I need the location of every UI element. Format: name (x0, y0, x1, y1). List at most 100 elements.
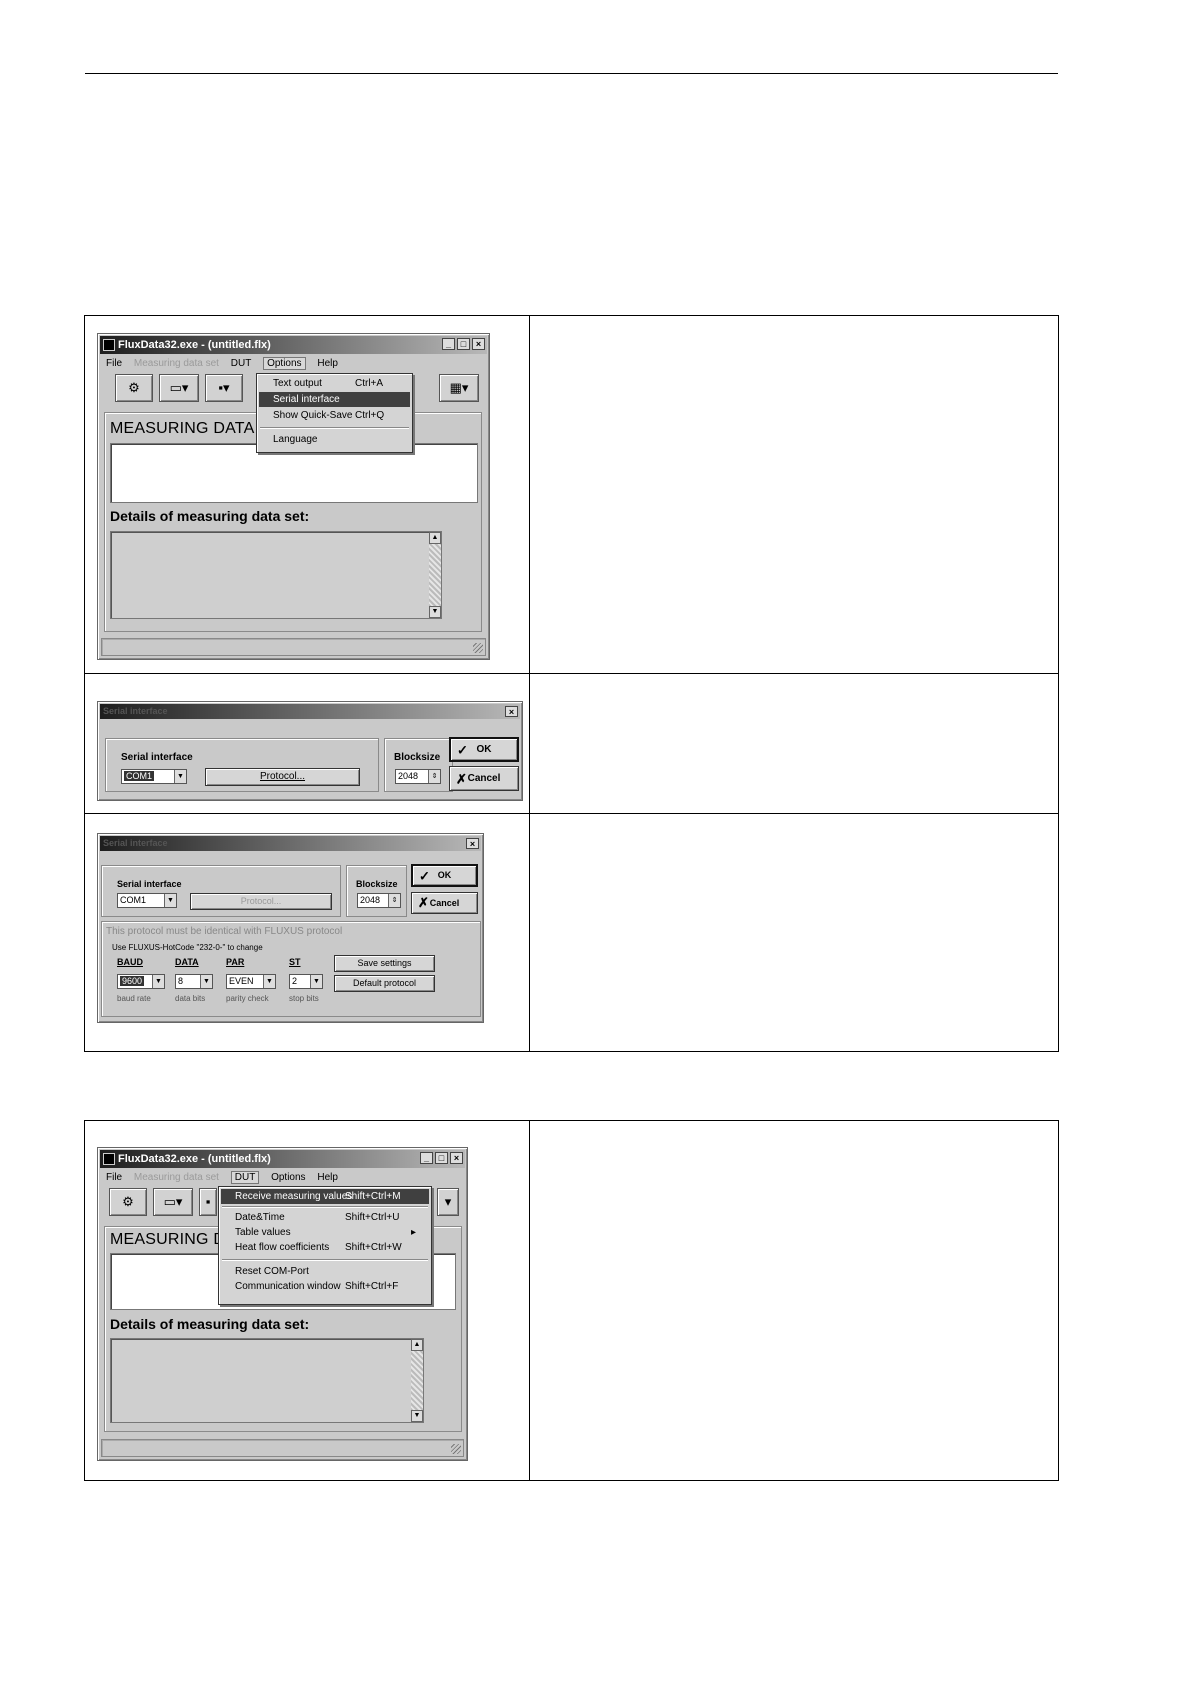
x-icon: ✗ (456, 771, 467, 786)
menu-item-text-output[interactable]: Text output Ctrl+A (259, 376, 410, 391)
resize-grip-icon[interactable] (451, 1444, 461, 1454)
title-bar: FluxData32.exe - (untitled.flx) _ □ × (100, 1150, 465, 1168)
menu-item-date-time[interactable]: Date&Time Shift+Ctrl+U (221, 1210, 429, 1225)
text-cell-3 (529, 813, 1059, 1052)
status-bar (101, 638, 486, 656)
menu-item-show-quick-save[interactable]: Show Quick-Save Ctrl+Q (259, 408, 410, 423)
menu-measuring-data-set[interactable]: Measuring data set (134, 1172, 219, 1183)
minimize-icon[interactable]: _ (420, 1152, 433, 1164)
close-icon[interactable]: × (450, 1152, 463, 1164)
menu-measuring-data-set[interactable]: Measuring data set (134, 358, 219, 369)
grid-icon[interactable]: ▾ (437, 1188, 459, 1216)
menu-bar: File Measuring data set DUT Options Help (101, 356, 486, 372)
blocksize-spinner[interactable]: 2048 ⇕ (395, 769, 441, 784)
details-title: Details of measuring data set: (110, 508, 310, 524)
chevron-down-icon: ▼ (152, 975, 164, 988)
default-protocol-button[interactable]: Default protocol (334, 975, 435, 992)
save-icon[interactable]: ▪ (199, 1188, 217, 1216)
menu-help[interactable]: Help (317, 358, 338, 369)
ok-button[interactable]: ✓ OK (449, 737, 519, 762)
connect-icon[interactable]: ⚙ (115, 374, 153, 402)
menu-item-serial-interface[interactable]: Serial interface (259, 392, 410, 407)
save-icon[interactable]: ▪▾ (205, 374, 243, 402)
menu-item-receive-measuring-values[interactable]: Receive measuring values Shift+Ctrl+M (221, 1189, 429, 1204)
menu-dut[interactable]: DUT (230, 1171, 260, 1184)
menu-item-communication-window[interactable]: Communication window Shift+Ctrl+F (221, 1279, 429, 1294)
screenshot-cell-options-menu: FluxData32.exe - (untitled.flx) _ □ × Fi… (84, 315, 530, 674)
menu-item-reset-com-port[interactable]: Reset COM-Port (221, 1264, 429, 1279)
spin-icon[interactable]: ⇕ (428, 770, 440, 783)
stop-bits-select[interactable]: 2 ▼ (289, 974, 323, 989)
app-window-2: FluxData32.exe - (untitled.flx) _ □ × Fi… (97, 1147, 468, 1461)
protocol-button[interactable]: Protocol... (190, 893, 332, 910)
maximize-icon[interactable]: □ (457, 338, 470, 350)
serial-dialog-1: Serial interface × Serial interface COM1… (97, 701, 523, 801)
com-port-select[interactable]: COM1 ▼ (117, 893, 177, 908)
baud-select[interactable]: 9600 ▼ (117, 974, 165, 989)
hotcode-note: Use FLUXUS-HotCode "232-0-" to change (112, 943, 263, 952)
minimize-icon[interactable]: _ (442, 338, 455, 350)
spin-icon[interactable]: ⇕ (388, 894, 400, 907)
stop-caption: stop bits (289, 994, 319, 1003)
scrollbar[interactable]: ▲ ▼ (411, 1339, 423, 1422)
menu-file[interactable]: File (106, 358, 122, 369)
menu-help[interactable]: Help (317, 1172, 338, 1183)
close-icon[interactable]: × (505, 706, 518, 717)
parity-select[interactable]: EVEN ▼ (226, 974, 276, 989)
scroll-down-icon[interactable]: ▼ (429, 606, 441, 618)
ok-button[interactable]: ✓ OK (411, 864, 478, 887)
chevron-down-icon: ▼ (200, 975, 212, 988)
details-box: ▲ ▼ (110, 531, 442, 619)
menu-item-heat-flow-coefficients[interactable]: Heat flow coefficients Shift+Ctrl+W (221, 1240, 429, 1255)
open-folder-icon[interactable]: ▭▾ (153, 1188, 193, 1216)
cancel-button[interactable]: ✗ Cancel (449, 766, 519, 791)
blocksize-label: Blocksize (356, 879, 398, 889)
app-window-1: FluxData32.exe - (untitled.flx) _ □ × Fi… (97, 333, 490, 660)
app-icon (103, 339, 115, 351)
dialog-title: Serial interface (103, 838, 168, 848)
dialog-title: Serial interface (103, 706, 168, 716)
menu-file[interactable]: File (106, 1172, 122, 1183)
scroll-down-icon[interactable]: ▼ (411, 1410, 423, 1422)
details-title: Details of measuring data set: (110, 1316, 310, 1332)
scroll-up-icon[interactable]: ▲ (429, 532, 441, 544)
open-folder-icon[interactable]: ▭▾ (159, 374, 199, 402)
menu-separator (222, 1259, 428, 1261)
menu-item-language[interactable]: Language (259, 432, 410, 447)
chevron-down-icon: ▼ (174, 770, 186, 783)
serial-interface-label: Serial interface (117, 879, 182, 889)
menu-options[interactable]: Options (271, 1172, 305, 1183)
protocol-note: This protocol must be identical with FLU… (106, 926, 343, 937)
parity-caption: parity check (226, 994, 269, 1003)
title-bar: FluxData32.exe - (untitled.flx) _ □ × (100, 336, 487, 354)
connect-icon[interactable]: ⚙ (109, 1188, 147, 1216)
com-port-select[interactable]: COM1 ▼ (121, 769, 187, 784)
data-select[interactable]: 8 ▼ (175, 974, 213, 989)
cancel-button[interactable]: ✗ Cancel (411, 892, 478, 914)
menu-dut[interactable]: DUT (231, 358, 252, 369)
close-icon[interactable]: × (472, 338, 485, 350)
save-settings-button[interactable]: Save settings (334, 955, 435, 972)
instruction-table-1: FluxData32.exe - (untitled.flx) _ □ × Fi… (84, 315, 1059, 1052)
grid-icon[interactable]: ▦▾ (439, 374, 479, 402)
screenshot-cell-protocol-settings: Serial interface × Serial interface COM1… (84, 813, 530, 1052)
scrollbar[interactable]: ▲ ▼ (429, 532, 441, 618)
blocksize-group: Blocksize 2048 ⇕ (384, 738, 453, 792)
close-icon[interactable]: × (466, 838, 479, 849)
blocksize-spinner[interactable]: 2048 ⇕ (357, 893, 401, 908)
menu-item-table-values[interactable]: Table values ▸ (221, 1225, 429, 1240)
protocol-button[interactable]: Protocol... (205, 768, 360, 786)
menu-separator (222, 1206, 428, 1208)
text-cell-4 (529, 1120, 1059, 1481)
resize-grip-icon[interactable] (473, 643, 483, 653)
serial-group: Serial interface COM1 ▼ Protocol... (105, 738, 379, 792)
x-icon: ✗ (418, 895, 429, 910)
instruction-table-2: FluxData32.exe - (untitled.flx) _ □ × Fi… (84, 1120, 1059, 1481)
baud-label: BAUD (117, 957, 143, 967)
scroll-up-icon[interactable]: ▲ (411, 1339, 423, 1351)
status-bar (101, 1439, 464, 1457)
menu-options[interactable]: Options (263, 357, 306, 370)
stop-label: ST (289, 957, 301, 967)
window-title: FluxData32.exe - (untitled.flx) (118, 1153, 271, 1165)
maximize-icon[interactable]: □ (435, 1152, 448, 1164)
